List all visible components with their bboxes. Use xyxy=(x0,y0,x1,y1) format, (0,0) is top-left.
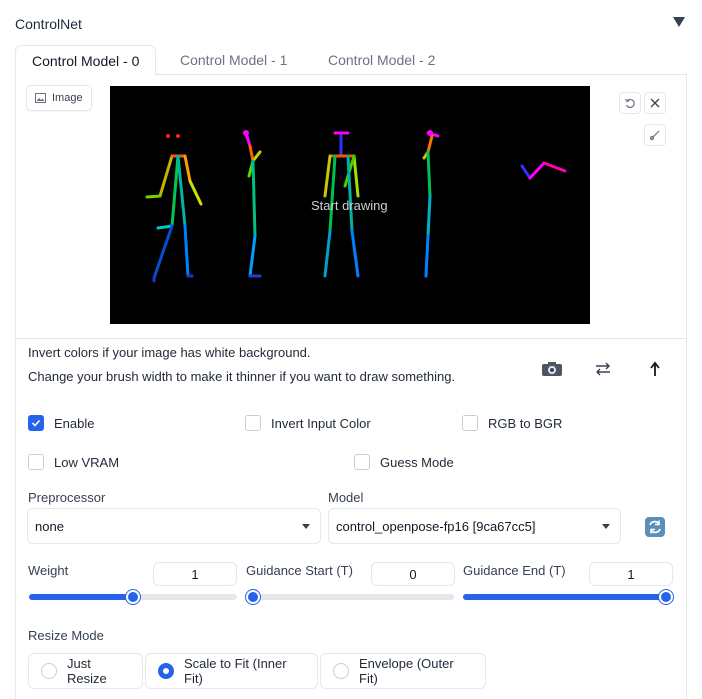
weight-label: Weight xyxy=(28,563,69,578)
invert-input-color-checkbox[interactable]: Invert Input Color xyxy=(245,415,371,431)
low-vram-checkbox[interactable]: Low VRAM xyxy=(28,454,119,470)
close-icon xyxy=(650,98,660,108)
enable-checkbox[interactable]: Enable xyxy=(28,415,94,431)
tab-bar: Control Model - 0 Control Model - 1 Cont… xyxy=(15,45,687,76)
image-label-text: Image xyxy=(52,92,83,104)
swap-icon xyxy=(596,362,610,376)
chevron-down-icon xyxy=(602,523,610,529)
refresh-models-button[interactable] xyxy=(644,516,666,538)
swap-button[interactable] xyxy=(589,355,617,383)
hint-brush: Change your brush width to make it thinn… xyxy=(28,369,456,384)
resize-mode-label: Resize Mode xyxy=(28,628,104,643)
radio-envelope[interactable]: Envelope (Outer Fit) xyxy=(320,653,486,689)
guess-mode-checkbox[interactable]: Guess Mode xyxy=(354,454,454,470)
model-value: control_openpose-fp16 [9ca67cc5] xyxy=(336,518,536,534)
invert-input-color-label: Invert Input Color xyxy=(271,415,371,431)
low-vram-box[interactable] xyxy=(28,454,44,470)
weight-slider[interactable] xyxy=(29,590,237,604)
guidance-start-label: Guidance Start (T) xyxy=(246,563,353,578)
model-label: Model xyxy=(328,490,364,505)
tab-control-model-1[interactable]: Control Model - 1 xyxy=(164,45,303,76)
model-dropdown[interactable]: control_openpose-fp16 [9ca67cc5] xyxy=(328,508,621,544)
guidance-end-label: Guidance End (T) xyxy=(463,563,566,578)
guidance-end-number-input[interactable]: 1 xyxy=(589,562,673,586)
canvas-overlay-text: Start drawing xyxy=(311,198,388,213)
undo-icon xyxy=(624,98,635,109)
undo-button[interactable] xyxy=(619,92,641,114)
image-label: Image xyxy=(26,85,92,111)
guidance-start-slider-thumb[interactable] xyxy=(246,590,260,604)
enable-label: Enable xyxy=(54,415,95,431)
rgb-to-bgr-box[interactable] xyxy=(462,415,478,431)
camera-button[interactable] xyxy=(538,355,566,383)
guidance-start-slider[interactable] xyxy=(246,590,454,604)
radio-envelope-dot[interactable] xyxy=(333,663,349,679)
low-vram-label: Low VRAM xyxy=(54,454,120,470)
invert-input-color-box[interactable] xyxy=(245,415,261,431)
brush-button[interactable] xyxy=(644,124,666,146)
preprocessor-label: Preprocessor xyxy=(28,490,106,505)
check-icon xyxy=(31,419,41,427)
weight-slider-thumb[interactable] xyxy=(126,590,140,604)
radio-envelope-label: Envelope (Outer Fit) xyxy=(359,656,454,686)
hint-invert: Invert colors if your image has white ba… xyxy=(28,345,311,360)
upload-arrow-icon xyxy=(650,361,660,376)
tab-control-model-0[interactable]: Control Model - 0 xyxy=(15,45,157,76)
radio-just-resize-label: Just Resize xyxy=(67,656,107,686)
preprocessor-value: none xyxy=(35,518,64,534)
guidance-start-number-input[interactable]: 0 xyxy=(371,562,455,586)
radio-scale-to-fit-label: Scale to Fit (Inner Fit) xyxy=(184,656,287,686)
rgb-to-bgr-checkbox[interactable]: RGB to BGR xyxy=(462,415,562,431)
radio-just-resize-dot[interactable] xyxy=(41,663,57,679)
guess-mode-label: Guess Mode xyxy=(380,454,454,470)
enable-checkbox-box[interactable] xyxy=(28,415,44,431)
image-icon xyxy=(35,93,46,103)
tab-control-model-2[interactable]: Control Model - 2 xyxy=(312,45,451,76)
chevron-down-icon xyxy=(302,523,310,529)
weight-number-input[interactable]: 1 xyxy=(153,562,237,586)
guess-mode-box[interactable] xyxy=(354,454,370,470)
radio-scale-to-fit-dot[interactable] xyxy=(158,663,174,679)
radio-just-resize[interactable]: Just Resize xyxy=(28,653,143,689)
collapse-triangle-icon[interactable] xyxy=(672,15,686,29)
guidance-end-slider-thumb[interactable] xyxy=(659,590,673,604)
section-title[interactable]: ControlNet xyxy=(15,16,82,32)
radio-scale-to-fit[interactable]: Scale to Fit (Inner Fit) xyxy=(145,653,318,689)
guidance-end-slider-fill xyxy=(463,594,666,600)
rgb-to-bgr-label: RGB to BGR xyxy=(488,415,563,431)
camera-icon xyxy=(542,362,562,376)
brush-icon xyxy=(649,130,660,141)
guidance-end-slider[interactable] xyxy=(463,590,673,604)
clear-button[interactable] xyxy=(644,92,666,114)
preprocessor-dropdown[interactable]: none xyxy=(27,508,321,544)
send-dimensions-button[interactable] xyxy=(641,355,669,383)
refresh-icon xyxy=(645,517,665,537)
weight-slider-fill xyxy=(29,594,133,600)
